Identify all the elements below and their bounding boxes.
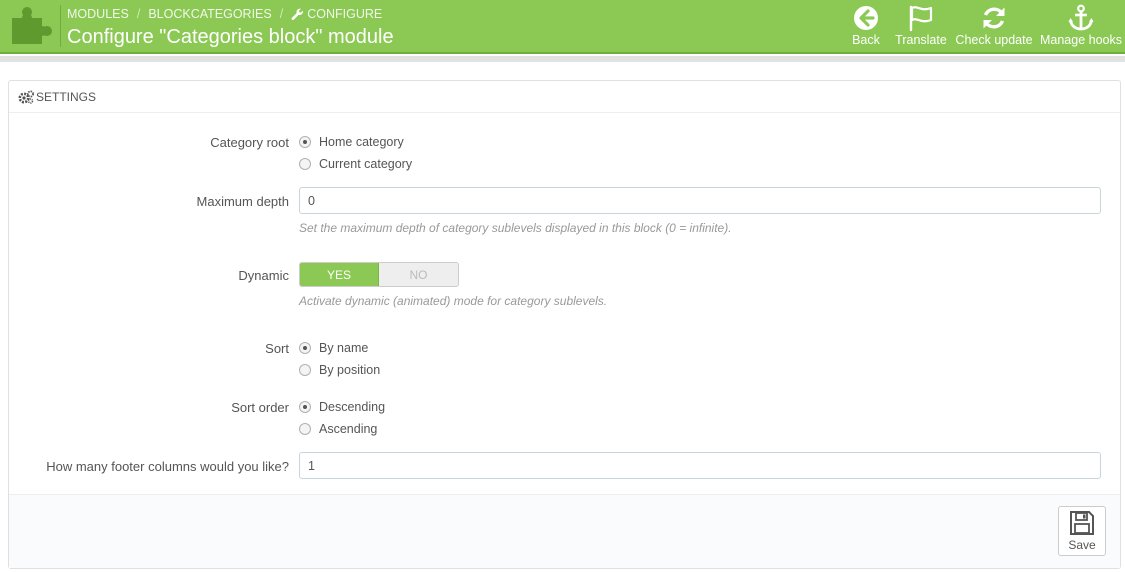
anchor-icon: [1068, 4, 1094, 31]
floppy-disk-icon: [1070, 511, 1094, 535]
breadcrumb-separator: /: [279, 7, 284, 21]
breadcrumb: MODULES / BLOCKCATEGORIES / CONFIGURE: [67, 6, 382, 22]
header-divider: [0, 56, 1125, 62]
sort-order-option-ascending[interactable]: Ascending: [299, 422, 377, 436]
radio-label: Descending: [319, 400, 386, 414]
panel-heading-label: SETTINGS: [36, 89, 97, 104]
category-root-option-current[interactable]: Current category: [299, 157, 412, 171]
radio-label: Home category: [319, 135, 404, 149]
sort-order-option-descending[interactable]: Descending: [299, 400, 385, 414]
radio-label: Ascending: [319, 422, 378, 436]
save-button[interactable]: Save: [1058, 506, 1106, 556]
manage-hooks-label: Manage hooks: [1039, 33, 1122, 47]
radio-button-checked[interactable]: [299, 401, 311, 413]
dynamic-label: Dynamic: [238, 268, 289, 283]
footer-columns-input[interactable]: [299, 452, 1101, 479]
translate-label: Translate: [895, 33, 947, 47]
logo-separator: [60, 5, 61, 47]
radio-button[interactable]: [299, 423, 311, 435]
sort-order-label: Sort order: [231, 400, 289, 415]
radio-label: Current category: [319, 157, 413, 171]
breadcrumb-blockcategories[interactable]: BLOCKCATEGORIES: [148, 7, 271, 21]
radio-button[interactable]: [299, 158, 311, 170]
refresh-icon: [983, 7, 1005, 29]
page-title: Configure "Categories block" module: [67, 26, 394, 48]
breadcrumb-separator: /: [136, 7, 141, 21]
breadcrumb-modules[interactable]: MODULES: [67, 7, 129, 21]
back-label: Back: [852, 33, 880, 47]
max-depth-input[interactable]: [299, 187, 1101, 214]
footer-columns-label: How many footer columns would you like?: [46, 459, 289, 474]
radio-button[interactable]: [299, 364, 311, 376]
dynamic-yes-option[interactable]: YES: [300, 263, 379, 286]
toolbar: Back Translate Check update Manage hooks: [841, 4, 1125, 50]
page-header: MODULES / BLOCKCATEGORIES / CONFIGURE Co…: [0, 0, 1125, 54]
category-root-label: Category root: [210, 135, 289, 150]
back-button[interactable]: Back: [841, 4, 891, 50]
puzzle-piece-icon: [12, 7, 52, 44]
breadcrumb-configure: CONFIGURE: [307, 7, 383, 21]
dynamic-toggle[interactable]: YES NO: [299, 262, 459, 287]
dynamic-help: Activate dynamic (animated) mode for cat…: [299, 294, 608, 308]
save-label: Save: [1068, 538, 1096, 552]
max-depth-help: Set the maximum depth of category sublev…: [299, 221, 732, 235]
radio-button-checked[interactable]: [299, 136, 311, 148]
sort-option-by-position[interactable]: By position: [299, 363, 380, 377]
cogs-icon: [18, 90, 34, 104]
flag-icon: [909, 5, 933, 32]
sort-option-by-name[interactable]: By name: [299, 341, 368, 355]
dynamic-no-option[interactable]: NO: [379, 263, 458, 286]
circle-arrow-left-icon: [854, 6, 878, 30]
radio-label: By name: [319, 341, 369, 355]
panel-heading: SETTINGS: [9, 81, 1120, 113]
manage-hooks-button[interactable]: Manage hooks: [1037, 4, 1125, 50]
check-update-button[interactable]: Check update: [951, 4, 1037, 50]
radio-button-checked[interactable]: [299, 342, 311, 354]
category-root-option-home[interactable]: Home category: [299, 135, 404, 149]
radio-label: By position: [319, 363, 381, 377]
sort-label: Sort: [265, 341, 289, 356]
check-update-label: Check update: [955, 33, 1033, 47]
max-depth-label: Maximum depth: [196, 194, 289, 209]
panel-footer: Save: [9, 494, 1120, 568]
translate-button[interactable]: Translate: [891, 4, 951, 50]
wrench-icon: [291, 8, 304, 20]
